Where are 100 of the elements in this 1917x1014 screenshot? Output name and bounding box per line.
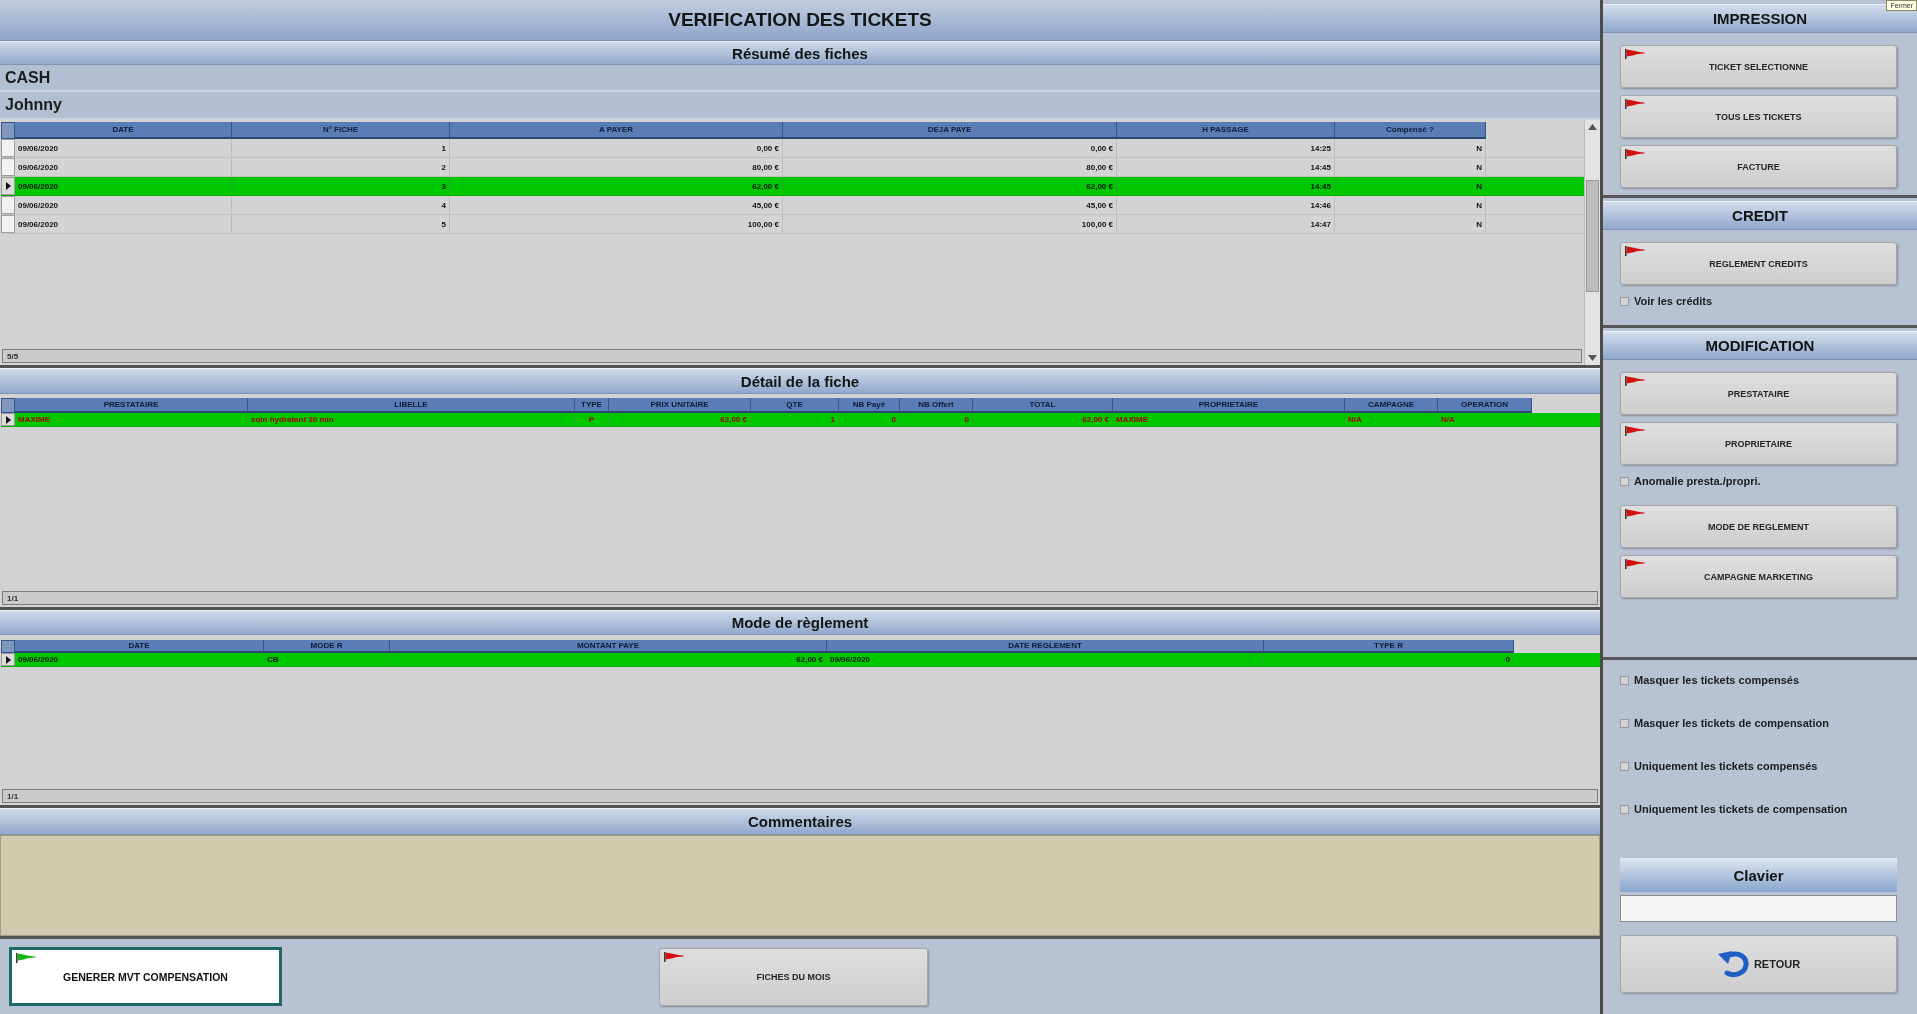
checkbox-label[interactable]: Uniquement les tickets de compensation <box>1634 803 1848 815</box>
input-field[interactable] <box>1620 895 1897 922</box>
action-button[interactable]: GENERER MVT COMPENSATION <box>9 947 282 1006</box>
checkbox[interactable] <box>1620 761 1629 771</box>
column-header[interactable]: PRESTATAIRE <box>15 398 248 413</box>
table-cell: 62,00 € <box>783 177 1117 195</box>
flag-icon <box>1625 426 1645 436</box>
checkbox[interactable] <box>1620 718 1629 728</box>
column-header[interactable]: N° FICHE <box>232 122 450 139</box>
panel-heading: MODIFICATION <box>1603 331 1917 360</box>
table-row[interactable]: 09/06/2020 4 45,00 € 45,00 € 14:46 N <box>1 196 1584 215</box>
row-pointer-icon <box>5 655 11 664</box>
table-row[interactable]: 09/06/2020 2 80,00 € 80,00 € 14:45 N <box>1 158 1584 177</box>
column-header[interactable]: DATE REGLEMENT <box>827 640 1264 653</box>
table-cell: 09/06/2020 <box>15 158 232 176</box>
scrollbar-thumb[interactable] <box>1586 180 1599 292</box>
table-cell: P <box>575 413 609 426</box>
table-row[interactable]: 09/06/2020 3 62,00 € 62,00 € 14:45 N <box>1 177 1584 196</box>
column-header[interactable]: H PASSAGE <box>1117 122 1335 139</box>
scroll-down-icon[interactable] <box>1588 355 1597 361</box>
column-header[interactable]: TOTAL <box>973 398 1113 413</box>
panel-button[interactable]: FACTURE <box>1620 145 1897 188</box>
panel-button[interactable]: REGLEMENT CREDITS <box>1620 242 1897 285</box>
table-cell: 09/06/2020 <box>15 177 232 195</box>
grid-corner <box>1 398 15 413</box>
action-button[interactable]: FICHES DU MOIS <box>659 947 928 1006</box>
column-header[interactable]: DATE <box>15 640 264 653</box>
row-pointer-icon <box>5 415 11 424</box>
table-cell: MAXIME <box>1113 413 1345 426</box>
panel-button[interactable]: TICKET SELECTIONNE <box>1620 45 1897 88</box>
row-selector[interactable] <box>1 653 15 666</box>
flag-icon <box>1625 509 1645 519</box>
checkbox[interactable] <box>1620 804 1629 814</box>
column-header[interactable]: DATE <box>15 122 232 139</box>
table-cell: 3 <box>232 177 450 195</box>
checkbox-label[interactable]: Anomalie presta./propri. <box>1634 475 1761 487</box>
column-header[interactable]: MODE R <box>264 640 390 653</box>
checkbox-label[interactable]: Masquer les tickets de compensation <box>1634 717 1829 729</box>
flag-icon <box>1625 49 1645 59</box>
record-count: 5/5 <box>7 351 19 361</box>
table-cell: N <box>1335 177 1486 195</box>
table-cell: 62,00 € <box>450 177 783 195</box>
table-cell: N <box>1335 158 1486 176</box>
panel-button[interactable]: CAMPAGNE MARKETING <box>1620 555 1897 598</box>
column-header[interactable]: DEJA PAYE <box>783 122 1117 139</box>
window-title: VERIFICATION DES TICKETS <box>668 9 932 31</box>
checkbox[interactable] <box>1620 296 1629 306</box>
column-header[interactable]: PROPRIETAIRE <box>1113 398 1345 413</box>
column-header[interactable]: TYPE R <box>1264 640 1514 653</box>
table-cell: 14:47 <box>1117 215 1335 233</box>
scrollbar[interactable] <box>1584 120 1600 365</box>
row-selector[interactable] <box>1 413 15 426</box>
comment-field[interactable] <box>0 835 1600 936</box>
section-title: Détail de la fiche <box>740 372 860 390</box>
column-header[interactable]: Compensé ? <box>1335 122 1486 139</box>
column-header[interactable]: LIBELLE <box>248 398 575 413</box>
column-header[interactable]: CAMPAGNE <box>1345 398 1438 413</box>
panel-button[interactable]: MODE DE REGLEMENT <box>1620 505 1897 548</box>
checkbox-label[interactable]: Voir les crédits <box>1634 295 1713 307</box>
scroll-up-icon[interactable] <box>1588 124 1597 130</box>
column-header[interactable]: MONTANT PAYE <box>390 640 827 653</box>
table-cell: CB <box>264 653 390 666</box>
table-cell: N <box>1335 139 1486 157</box>
table-row[interactable]: 09/06/2020 1 0,00 € 0,00 € 14:25 N <box>1 139 1584 158</box>
table-cell: 1 <box>751 413 839 426</box>
table-cell: soin hydratant 30 min <box>248 413 575 426</box>
panel-button[interactable]: PRESTATAIRE <box>1620 372 1897 415</box>
checkbox[interactable] <box>1620 675 1629 685</box>
table-row[interactable]: 09/06/2020 5 100,00 € 100,00 € 14:47 N <box>1 215 1584 234</box>
section-title: Commentaires <box>747 813 853 830</box>
column-header[interactable]: QTE <box>751 398 839 413</box>
table-row[interactable]: 09/06/2020 CB 62,00 € 09/06/2020 0 <box>1 653 1600 667</box>
row-selector[interactable] <box>1 177 15 195</box>
column-header[interactable]: OPERATION <box>1438 398 1532 413</box>
column-header[interactable]: A PAYER <box>450 122 783 139</box>
account-label: CASH <box>5 68 51 87</box>
table-cell: 100,00 € <box>450 215 783 233</box>
table-cell: 0 <box>1264 653 1514 666</box>
record-count: 1/1 <box>7 593 19 603</box>
column-header[interactable]: NB Payé <box>839 398 900 413</box>
column-header[interactable]: NB Offert <box>900 398 973 413</box>
table-cell: 100,00 € <box>783 215 1117 233</box>
checkbox-label[interactable]: Uniquement les tickets compensés <box>1634 760 1818 772</box>
table-cell: 5 <box>232 215 450 233</box>
table-cell: 0,00 € <box>450 139 783 157</box>
table-cell: 09/06/2020 <box>827 653 1264 666</box>
table-cell: 14:25 <box>1117 139 1335 157</box>
back-button[interactable]: RETOUR <box>1620 935 1897 993</box>
table-cell: 62,00 € <box>390 653 827 666</box>
column-header[interactable]: PRIX UNITAIRE <box>609 398 751 413</box>
table-cell: 14:45 <box>1117 177 1335 195</box>
checkbox-label[interactable]: Masquer les tickets compensés <box>1634 674 1800 686</box>
column-header[interactable]: TYPE <box>575 398 609 413</box>
table-cell: N/A <box>1438 413 1532 426</box>
panel-button[interactable]: PROPRIETAIRE <box>1620 422 1897 465</box>
checkbox[interactable] <box>1620 476 1629 486</box>
customer-name: Johnny <box>5 96 62 114</box>
table-cell: 4 <box>232 196 450 214</box>
panel-button[interactable]: TOUS LES TICKETS <box>1620 95 1897 138</box>
table-cell: 62,00 € <box>609 413 751 426</box>
